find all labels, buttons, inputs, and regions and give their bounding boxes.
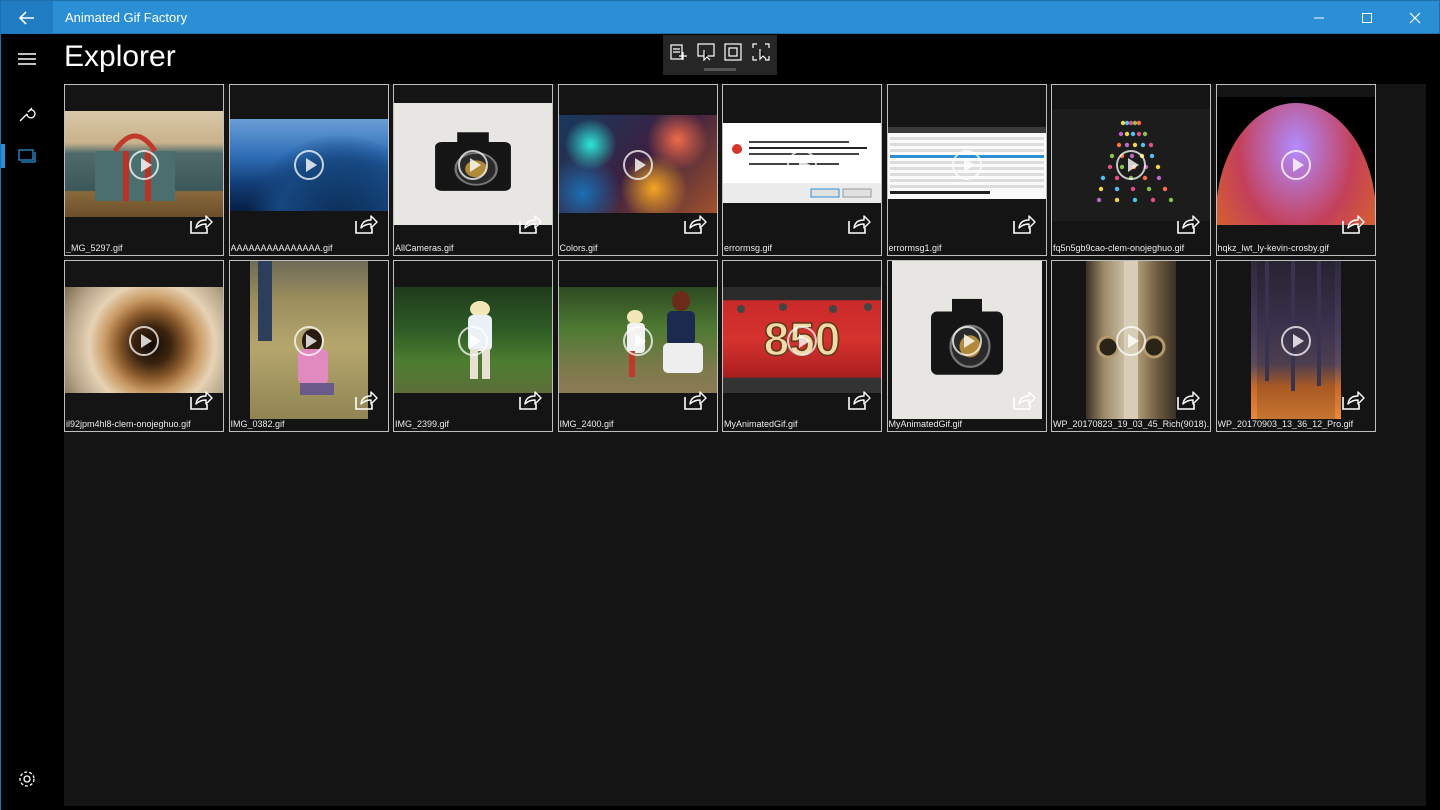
maximize-button[interactable] — [1343, 1, 1391, 34]
share-icon[interactable] — [1176, 389, 1200, 411]
gif-tile[interactable]: 850 MyAnimatedGif.gif — [722, 260, 882, 432]
nav-item-settings[interactable] — [1, 759, 53, 799]
gif-tile[interactable]: WP_20170903_13_36_12_Pro.gif — [1215, 260, 1376, 432]
play-icon[interactable] — [1280, 326, 1311, 356]
play-icon[interactable] — [622, 150, 653, 180]
gif-filename: errormsg1.gif — [888, 243, 942, 253]
gif-filename: IMG_0382.gif — [230, 419, 285, 429]
play-icon[interactable] — [622, 326, 653, 356]
gif-tile[interactable]: il92jpm4hl8-clem-onojeghuo.gif — [64, 260, 224, 432]
gif-filename: MyAnimatedGif.gif — [724, 419, 798, 429]
gif-tile[interactable]: AAAAAAAAAAAAAAA.gif — [228, 84, 389, 256]
share-icon[interactable] — [518, 389, 542, 411]
play-icon[interactable] — [129, 150, 159, 180]
gif-tile[interactable]: IMG_2399.gif — [393, 260, 553, 432]
toolbar-grip[interactable] — [704, 68, 736, 71]
capture-screen-icon — [752, 43, 770, 61]
close-icon — [1409, 12, 1421, 23]
gif-filename: il92jpm4hl8-clem-onojeghuo.gif — [66, 419, 191, 429]
wrench-icon — [19, 107, 36, 122]
share-icon[interactable] — [683, 389, 707, 411]
play-icon[interactable] — [458, 326, 488, 356]
gif-filename: IMG_2399.gif — [395, 419, 450, 429]
play-icon[interactable] — [787, 150, 817, 180]
gif-tile[interactable]: IMG_2400.gif — [557, 260, 718, 432]
nav-item-explorer[interactable] — [1, 136, 53, 176]
share-icon[interactable] — [189, 389, 213, 411]
capture-region-button[interactable] — [694, 41, 718, 63]
share-icon[interactable] — [1012, 213, 1036, 235]
gif-filename: AAAAAAAAAAAAAAA.gif — [230, 243, 333, 253]
play-icon[interactable] — [293, 150, 324, 180]
gif-tile[interactable]: WP_20170823_19_03_45_Rich(9018).gif — [1051, 260, 1211, 432]
capture-screen-button[interactable] — [749, 41, 773, 63]
gallery-icon — [18, 149, 36, 163]
play-icon[interactable] — [787, 326, 817, 356]
gif-filename: hqkz_lwt_ly-kevin-crosby.gif — [1217, 243, 1329, 253]
hamburger-menu-button[interactable] — [1, 39, 53, 79]
gif-tile[interactable]: errormsg.gif — [722, 84, 882, 256]
play-icon[interactable] — [951, 326, 982, 356]
capture-window-button[interactable] — [721, 41, 745, 63]
gif-tile[interactable]: hqkz_lwt_ly-kevin-crosby.gif — [1215, 84, 1376, 256]
gif-filename: IMG_2400.gif — [559, 419, 614, 429]
hamburger-menu-icon — [18, 53, 36, 65]
gif-tile[interactable]: IMG_0382.gif — [228, 260, 389, 432]
gif-filename: fq5n5gb9cao-clem-onojeghuo.gif — [1053, 243, 1185, 253]
back-button[interactable] — [1, 1, 53, 34]
gif-tile[interactable]: AllCameras.gif — [393, 84, 553, 256]
play-icon[interactable] — [1280, 150, 1311, 180]
play-icon[interactable] — [1116, 326, 1146, 356]
share-icon[interactable] — [1341, 213, 1365, 235]
share-icon[interactable] — [847, 213, 871, 235]
play-icon[interactable] — [458, 150, 488, 180]
share-icon[interactable] — [1012, 389, 1036, 411]
share-icon[interactable] — [1176, 213, 1200, 235]
gif-filename: WP_20170823_19_03_45_Rich(9018).gif — [1053, 419, 1209, 429]
gif-filename: errormsg.gif — [724, 243, 773, 253]
gear-icon — [19, 771, 35, 787]
share-icon[interactable] — [847, 389, 871, 411]
play-icon[interactable] — [951, 150, 982, 180]
back-arrow-icon — [19, 10, 34, 25]
capture-toolbar — [663, 35, 777, 75]
close-button[interactable] — [1391, 1, 1439, 34]
gif-tile[interactable]: MyAnimatedGif.gif — [886, 260, 1047, 432]
gif-filename: Colors.gif — [559, 243, 598, 253]
new-project-icon — [670, 44, 687, 60]
play-icon[interactable] — [1116, 150, 1146, 180]
nav-item-tools[interactable] — [1, 94, 53, 134]
title-bar: Animated Gif Factory — [0, 0, 1440, 34]
minimize-button[interactable] — [1295, 1, 1343, 34]
gif-tile[interactable]: fq5n5gb9cao-clem-onojeghuo.gif — [1051, 84, 1211, 256]
share-icon[interactable] — [189, 213, 213, 235]
share-icon[interactable] — [518, 213, 542, 235]
gif-filename: _MG_5297.gif — [66, 243, 123, 253]
capture-region-icon — [697, 43, 715, 61]
left-navigation — [0, 34, 52, 810]
gif-tile[interactable]: errormsg1.gif — [886, 84, 1047, 256]
play-icon[interactable] — [129, 326, 159, 356]
gif-tile[interactable]: _MG_5297.gif — [64, 84, 224, 256]
new-project-button[interactable] — [667, 41, 691, 63]
share-icon[interactable] — [354, 389, 378, 411]
gif-filename: AllCameras.gif — [395, 243, 454, 253]
gif-filename: MyAnimatedGif.gif — [888, 419, 963, 429]
maximize-icon — [1362, 12, 1372, 23]
gif-tile[interactable]: Colors.gif — [557, 84, 718, 256]
gif-filename: WP_20170903_13_36_12_Pro.gif — [1217, 419, 1354, 429]
gif-gallery: _MG_5297.gif AAAAAAAAAAAAAAA.gif AllCamera… — [64, 84, 1426, 806]
capture-window-icon — [724, 43, 742, 61]
play-icon[interactable] — [293, 326, 324, 356]
share-icon[interactable] — [683, 213, 707, 235]
share-icon[interactable] — [1341, 389, 1365, 411]
minimize-icon — [1314, 17, 1324, 18]
page-title: Explorer — [64, 40, 176, 73]
app-title: Animated Gif Factory — [65, 10, 188, 25]
share-icon[interactable] — [354, 213, 378, 235]
